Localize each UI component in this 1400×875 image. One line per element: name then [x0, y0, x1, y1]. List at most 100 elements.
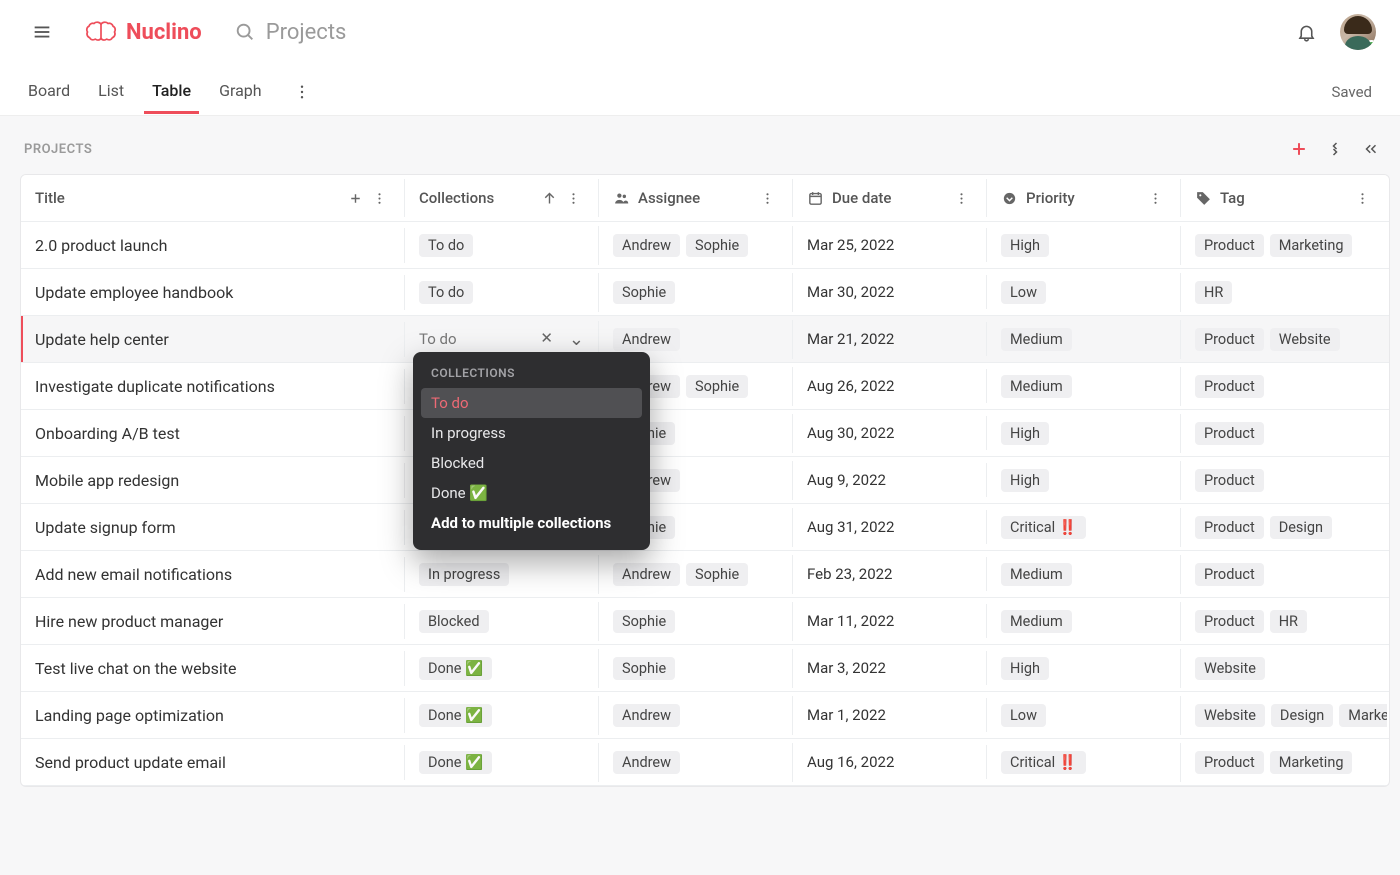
- user-avatar[interactable]: [1340, 14, 1376, 50]
- collection-chip[interactable]: Done ✅: [419, 751, 492, 774]
- dropdown-option-todo[interactable]: To do: [421, 388, 642, 418]
- cell-assignee[interactable]: Sophie: [599, 649, 793, 688]
- cell-due-date[interactable]: Aug 9, 2022: [793, 463, 987, 497]
- cell-tags[interactable]: WebsiteDesignMarketing: [1181, 696, 1387, 735]
- tab-table[interactable]: Table: [152, 69, 191, 114]
- assignee-chip[interactable]: Andrew: [613, 704, 680, 727]
- cell-tags[interactable]: Product Marketing: [1181, 226, 1387, 265]
- dropdown-add-multiple[interactable]: Add to multiple collections: [421, 508, 642, 538]
- assignee-chip[interactable]: Sophie: [686, 563, 748, 586]
- cell-priority[interactable]: High: [987, 414, 1181, 453]
- table-row[interactable]: Landing page optimizationDone ✅AndrewMar…: [21, 692, 1389, 739]
- column-menu-button[interactable]: [950, 187, 972, 209]
- cell-assignee[interactable]: Sophie: [599, 602, 793, 641]
- priority-chip[interactable]: Critical ‼️: [1001, 751, 1086, 774]
- cell-tags[interactable]: ProductDesign: [1181, 508, 1387, 547]
- cell-tags[interactable]: ProductMarketing: [1181, 743, 1387, 782]
- cell-tags[interactable]: Product: [1181, 414, 1387, 453]
- add-column-button[interactable]: [344, 187, 366, 209]
- cell-tags[interactable]: ProductHR: [1181, 602, 1387, 641]
- table-row[interactable]: Mobile app redesignTo doAndrewAug 9, 202…: [21, 457, 1389, 504]
- tag-chip[interactable]: Website: [1195, 704, 1265, 727]
- tag-chip[interactable]: HR: [1270, 610, 1307, 633]
- cell-title[interactable]: Send product update email: [21, 745, 405, 780]
- assignee-chip[interactable]: Sophie: [613, 610, 675, 633]
- tag-chip[interactable]: HR: [1195, 281, 1232, 304]
- tag-chip[interactable]: Product: [1195, 422, 1264, 445]
- assignee-chip[interactable]: Sophie: [686, 234, 748, 257]
- notifications-button[interactable]: [1288, 14, 1324, 50]
- collection-chip[interactable]: To do: [419, 234, 473, 257]
- cell-collections[interactable]: Done ✅: [405, 696, 599, 735]
- add-item-button[interactable]: [1284, 134, 1314, 164]
- assignee-chip[interactable]: Sophie: [613, 657, 675, 680]
- table-row[interactable]: 2.0 product launchTo doAndrewSophieMar 2…: [21, 222, 1389, 269]
- cell-priority[interactable]: High: [987, 461, 1181, 500]
- dropdown-option-blocked[interactable]: Blocked: [421, 448, 642, 478]
- cell-collections[interactable]: Blocked: [405, 602, 599, 641]
- column-header-priority[interactable]: Priority: [987, 179, 1181, 217]
- search-field[interactable]: Projects: [234, 20, 347, 45]
- clear-selection-button[interactable]: ✕: [540, 329, 553, 350]
- tab-list[interactable]: List: [98, 69, 124, 114]
- open-dropdown-button[interactable]: ⌄: [569, 329, 584, 350]
- collection-chip[interactable]: Done ✅: [419, 704, 492, 727]
- priority-chip[interactable]: High: [1001, 234, 1049, 257]
- cell-due-date[interactable]: Aug 16, 2022: [793, 745, 987, 779]
- table-row[interactable]: Add new email notifications In progress An…: [21, 551, 1389, 598]
- cell-assignee[interactable]: Andrew: [599, 743, 793, 782]
- column-menu-button[interactable]: [368, 187, 390, 209]
- cell-due-date[interactable]: Feb 23, 2022: [793, 557, 987, 591]
- table-row[interactable]: Update employee handbookTo doSophieMar 3…: [21, 269, 1389, 316]
- table-row[interactable]: Update help centerTo do✕⌄AndrewMar 21, 2…: [21, 316, 1389, 363]
- priority-chip[interactable]: Critical ‼️: [1001, 516, 1086, 539]
- cell-priority[interactable]: Critical ‼️: [987, 743, 1181, 782]
- cell-assignee[interactable]: AndrewSophie: [599, 555, 793, 594]
- cell-priority[interactable]: Medium: [987, 555, 1181, 594]
- cell-title[interactable]: Hire new product manager: [21, 604, 405, 639]
- cell-title[interactable]: Add new email notifications: [21, 557, 405, 592]
- cell-priority[interactable]: Medium: [987, 602, 1181, 641]
- cell-tags[interactable]: Product: [1181, 555, 1387, 594]
- cell-priority[interactable]: Medium: [987, 367, 1181, 406]
- cell-collections[interactable]: Done ✅: [405, 743, 599, 782]
- cell-priority[interactable]: Medium: [987, 320, 1181, 359]
- cell-tags[interactable]: Website: [1181, 649, 1387, 688]
- cell-due-date[interactable]: Mar 1, 2022: [793, 698, 987, 732]
- tag-chip[interactable]: Product: [1195, 234, 1264, 257]
- assignee-chip[interactable]: Andrew: [613, 328, 680, 351]
- priority-chip[interactable]: High: [1001, 657, 1049, 680]
- cell-due-date[interactable]: Mar 30, 2022: [793, 275, 987, 309]
- table-row[interactable]: Hire new product managerBlockedSophieMar…: [21, 598, 1389, 645]
- dropdown-option-inprogress[interactable]: In progress: [421, 418, 642, 448]
- table-row[interactable]: Test live chat on the websiteDone ✅Sophi…: [21, 645, 1389, 692]
- cell-title[interactable]: Onboarding A/B test: [21, 416, 405, 451]
- cell-title[interactable]: Update help center: [21, 322, 405, 357]
- priority-chip[interactable]: High: [1001, 469, 1049, 492]
- tag-chip[interactable]: Marketing: [1270, 234, 1353, 257]
- column-header-due[interactable]: Due date: [793, 179, 987, 217]
- column-header-tag[interactable]: Tag: [1181, 179, 1387, 217]
- cell-priority[interactable]: Low: [987, 273, 1181, 312]
- collection-chip[interactable]: In progress: [419, 563, 509, 586]
- priority-chip[interactable]: Medium: [1001, 610, 1072, 633]
- tab-board[interactable]: Board: [28, 69, 70, 114]
- table-row[interactable]: Send product update email Done ✅ AndrewAug…: [21, 739, 1389, 786]
- tag-chip[interactable]: Product: [1195, 563, 1264, 586]
- cell-priority[interactable]: Low: [987, 696, 1181, 735]
- table-row[interactable]: Onboarding A/B testTo doSophieAug 30, 20…: [21, 410, 1389, 457]
- cell-title[interactable]: Update signup form: [21, 510, 405, 545]
- column-menu-button[interactable]: [1144, 187, 1166, 209]
- priority-chip[interactable]: High: [1001, 422, 1049, 445]
- priority-chip[interactable]: Medium: [1001, 328, 1072, 351]
- assignee-chip[interactable]: Sophie: [613, 281, 675, 304]
- tag-chip[interactable]: Website: [1195, 657, 1265, 680]
- column-header-collections[interactable]: Collections: [405, 179, 599, 217]
- cell-due-date[interactable]: Aug 31, 2022: [793, 510, 987, 544]
- cell-tags[interactable]: Product: [1181, 367, 1387, 406]
- cell-due-date[interactable]: Mar 21, 2022: [793, 322, 987, 356]
- cell-tags[interactable]: ProductWebsite: [1181, 320, 1387, 359]
- cell-priority[interactable]: Critical ‼️: [987, 508, 1181, 547]
- dropdown-option-done[interactable]: Done ✅: [421, 478, 642, 508]
- priority-chip[interactable]: Medium: [1001, 563, 1072, 586]
